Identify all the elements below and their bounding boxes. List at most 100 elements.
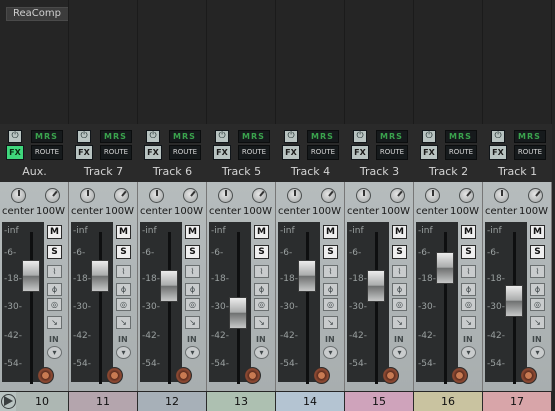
phase-icon[interactable]: ϕ: [254, 283, 269, 296]
monitor-icon[interactable]: ◎: [116, 298, 131, 311]
monitor-icon[interactable]: ◎: [254, 298, 269, 311]
input-select-icon[interactable]: ▾: [254, 346, 269, 359]
pan-knob[interactable]: [11, 188, 26, 203]
monitor-icon[interactable]: ◎: [530, 298, 545, 311]
volume-fader[interactable]: [298, 260, 316, 292]
fx-button[interactable]: FX: [75, 145, 93, 160]
envelope-icon[interactable]: ⌇: [116, 265, 131, 278]
fx-button[interactable]: FX: [420, 145, 438, 160]
monitor-icon[interactable]: ◎: [323, 298, 338, 311]
envelope-icon[interactable]: ⌇: [323, 265, 338, 278]
fx-bypass-power-icon[interactable]: ⏻: [284, 130, 298, 143]
envelope-icon[interactable]: ⌇: [392, 265, 407, 278]
solo-button[interactable]: S: [461, 245, 476, 259]
mute-button[interactable]: M: [461, 225, 476, 239]
track-name[interactable]: Aux.: [0, 164, 69, 180]
route-button[interactable]: ROUTE: [376, 145, 408, 160]
input-select-icon[interactable]: ▾: [392, 346, 407, 359]
automation-mrs-button[interactable]: MRS: [376, 130, 408, 143]
mute-button[interactable]: M: [185, 225, 200, 239]
rec-mode-icon[interactable]: ↘: [47, 316, 62, 329]
solo-button[interactable]: S: [530, 245, 545, 259]
automation-mrs-button[interactable]: MRS: [169, 130, 201, 143]
monitor-icon[interactable]: ◎: [392, 298, 407, 311]
track-number[interactable]: 17: [483, 392, 552, 411]
input-select-icon[interactable]: ▾: [185, 346, 200, 359]
phase-icon[interactable]: ϕ: [185, 283, 200, 296]
track-number[interactable]: 16: [414, 392, 483, 411]
fx-button[interactable]: FX: [282, 145, 300, 160]
record-arm-button[interactable]: [313, 367, 330, 384]
automation-mrs-button[interactable]: MRS: [31, 130, 63, 143]
rec-mode-icon[interactable]: ↘: [392, 316, 407, 329]
envelope-icon[interactable]: ⌇: [461, 265, 476, 278]
track-number[interactable]: 10: [16, 392, 69, 411]
mute-button[interactable]: M: [116, 225, 131, 239]
automation-mrs-button[interactable]: MRS: [514, 130, 546, 143]
track-number[interactable]: 14: [276, 392, 345, 411]
fx-bypass-power-icon[interactable]: ⏻: [8, 130, 22, 143]
fx-bypass-power-icon[interactable]: ⏻: [215, 130, 229, 143]
route-button[interactable]: ROUTE: [100, 145, 132, 160]
track-name[interactable]: Track 1: [483, 164, 552, 180]
rec-mode-icon[interactable]: ↘: [185, 316, 200, 329]
input-select-icon[interactable]: ▾: [461, 346, 476, 359]
phase-icon[interactable]: ϕ: [47, 283, 62, 296]
record-arm-button[interactable]: [382, 367, 399, 384]
envelope-icon[interactable]: ⌇: [530, 265, 545, 278]
fx-bypass-power-icon[interactable]: ⏻: [422, 130, 436, 143]
volume-fader[interactable]: [22, 260, 40, 292]
solo-button[interactable]: S: [47, 245, 62, 259]
width-knob[interactable]: [45, 188, 60, 203]
monitor-icon[interactable]: ◎: [461, 298, 476, 311]
volume-fader[interactable]: [91, 260, 109, 292]
envelope-icon[interactable]: ⌇: [185, 265, 200, 278]
track-number[interactable]: 12: [138, 392, 207, 411]
phase-icon[interactable]: ϕ: [323, 283, 338, 296]
route-button[interactable]: ROUTE: [31, 145, 63, 160]
solo-button[interactable]: S: [323, 245, 338, 259]
monitor-icon[interactable]: ◎: [185, 298, 200, 311]
width-knob[interactable]: [321, 188, 336, 203]
track-name[interactable]: Track 7: [69, 164, 138, 180]
input-select-icon[interactable]: ▾: [530, 346, 545, 359]
fx-bypass-power-icon[interactable]: ⏻: [353, 130, 367, 143]
phase-icon[interactable]: ϕ: [392, 283, 407, 296]
automation-mrs-button[interactable]: MRS: [445, 130, 477, 143]
fx-bypass-power-icon[interactable]: ⏻: [77, 130, 91, 143]
input-select-icon[interactable]: ▾: [116, 346, 131, 359]
track-name[interactable]: Track 4: [276, 164, 345, 180]
pan-knob[interactable]: [494, 188, 509, 203]
fx-button[interactable]: FX: [489, 145, 507, 160]
solo-button[interactable]: S: [116, 245, 131, 259]
track-name[interactable]: Track 3: [345, 164, 414, 180]
track-name[interactable]: Track 2: [414, 164, 483, 180]
pan-knob[interactable]: [425, 188, 440, 203]
phase-icon[interactable]: ϕ: [461, 283, 476, 296]
pan-knob[interactable]: [149, 188, 164, 203]
envelope-icon[interactable]: ⌇: [47, 265, 62, 278]
fx-button[interactable]: FX: [144, 145, 162, 160]
track-number[interactable]: 15: [345, 392, 414, 411]
route-button[interactable]: ROUTE: [514, 145, 546, 160]
solo-button[interactable]: S: [254, 245, 269, 259]
fx-button[interactable]: FX: [351, 145, 369, 160]
automation-mrs-button[interactable]: MRS: [100, 130, 132, 143]
automation-mrs-button[interactable]: MRS: [307, 130, 339, 143]
pan-knob[interactable]: [287, 188, 302, 203]
track-name[interactable]: Track 5: [207, 164, 276, 180]
route-button[interactable]: ROUTE: [238, 145, 270, 160]
width-knob[interactable]: [390, 188, 405, 203]
mute-button[interactable]: M: [392, 225, 407, 239]
record-arm-button[interactable]: [451, 367, 468, 384]
track-name[interactable]: Track 6: [138, 164, 207, 180]
route-button[interactable]: ROUTE: [169, 145, 201, 160]
rec-mode-icon[interactable]: ↘: [461, 316, 476, 329]
rec-mode-icon[interactable]: ↘: [323, 316, 338, 329]
record-arm-button[interactable]: [37, 367, 54, 384]
record-arm-button[interactable]: [106, 367, 123, 384]
route-button[interactable]: ROUTE: [445, 145, 477, 160]
rec-mode-icon[interactable]: ↘: [530, 316, 545, 329]
record-arm-button[interactable]: [244, 367, 261, 384]
fx-bypass-power-icon[interactable]: ⏻: [491, 130, 505, 143]
